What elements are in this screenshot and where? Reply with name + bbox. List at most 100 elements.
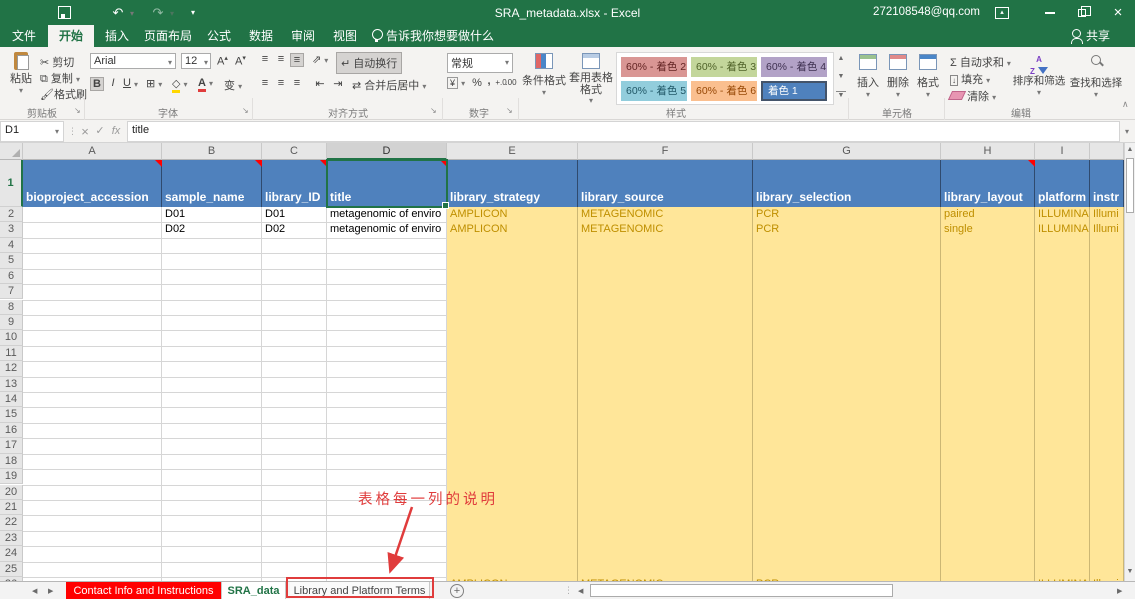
vertical-scrollbar[interactable]: ▲ ▼ — [1124, 143, 1135, 581]
sheet-tab-contact-info[interactable]: Contact Info and Instructions — [66, 582, 222, 599]
cell-F2[interactable]: METAGENOMIC — [578, 207, 753, 222]
cell-style-swatch[interactable]: 60% - 着色 3 — [691, 57, 757, 77]
column-header-C[interactable]: C — [262, 143, 327, 160]
cut-button[interactable]: ✂ 剪切 — [40, 54, 74, 70]
underline-dropdown-icon[interactable]: ▾ — [134, 80, 138, 89]
formula-input[interactable]: title — [127, 121, 1120, 142]
column-header-H[interactable]: H — [941, 143, 1035, 160]
delete-cells-button[interactable]: 删除▾ — [884, 54, 912, 99]
name-box[interactable]: D1▾ — [0, 121, 64, 142]
row-number-11[interactable]: 11 — [0, 346, 23, 361]
cell-I2[interactable]: ILLUMINA — [1035, 207, 1090, 222]
cell-E3[interactable]: AMPLICON — [447, 222, 578, 237]
cell-C2[interactable]: D01 — [262, 207, 327, 222]
restore-button[interactable] — [1068, 0, 1098, 8]
new-sheet-button[interactable]: + — [450, 584, 464, 598]
insert-function-button[interactable]: fx — [108, 122, 124, 141]
column-header-F[interactable]: F — [578, 143, 753, 160]
bottom-align-button[interactable]: ≡ — [290, 53, 304, 67]
align-right-button[interactable]: ≡ — [290, 77, 304, 89]
underline-button[interactable]: U — [121, 77, 133, 89]
cancel-button[interactable]: × — [78, 122, 92, 141]
row-number-1[interactable]: 1 — [0, 160, 23, 207]
cell-H3[interactable]: single — [941, 222, 1035, 237]
font-dialog-launcher[interactable]: ↘ — [242, 106, 249, 115]
cell-style-swatch[interactable]: 60% - 着色 6 — [691, 81, 757, 101]
align-left-button[interactable]: ≡ — [258, 77, 272, 89]
grow-font-button[interactable]: A▴ — [217, 54, 228, 68]
column-header-I[interactable]: I — [1035, 143, 1090, 160]
increase-indent-button[interactable]: ⇥ — [330, 77, 346, 90]
header-cell-library_layout[interactable]: library_layout — [941, 160, 1035, 207]
row-number-19[interactable]: 19 — [0, 469, 23, 484]
horizontal-scroll-thumb[interactable] — [590, 584, 893, 597]
orientation-button[interactable]: ⇗ ▾ — [312, 53, 328, 66]
top-align-button[interactable]: ≡ — [258, 53, 272, 65]
header-cell-library_selection[interactable]: library_selection — [753, 160, 941, 207]
tab-splitter[interactable]: ⋮ — [564, 585, 573, 596]
row-number-7[interactable]: 7 — [0, 284, 23, 299]
gallery-more-icon[interactable]: ▼ — [836, 91, 846, 99]
header-cell-platform[interactable]: platform — [1035, 160, 1090, 207]
column-header-E[interactable]: E — [447, 143, 578, 160]
cell-C3[interactable]: D02 — [262, 222, 327, 237]
column-header-D[interactable]: D — [327, 143, 447, 160]
percent-style-button[interactable]: % — [471, 77, 483, 89]
header-cell-library_strategy[interactable]: library_strategy — [447, 160, 578, 207]
row-number-22[interactable]: 22 — [0, 515, 23, 530]
alignment-dialog-launcher[interactable]: ↘ — [430, 106, 437, 115]
conditional-formatting-button[interactable]: 条件格式▾ — [522, 53, 566, 97]
vertical-scroll-thumb[interactable] — [1126, 158, 1134, 213]
tab-data[interactable]: 数据 — [242, 25, 280, 47]
share-button[interactable]: 共享 — [1086, 25, 1126, 47]
tell-me-box[interactable]: 告诉我你想要做什么 — [386, 25, 536, 47]
tab-page-layout[interactable]: 页面布局 — [140, 25, 196, 47]
column-header-partial[interactable] — [1090, 143, 1124, 160]
paste-button[interactable]: 粘贴 ▾ — [6, 52, 36, 95]
accounting-format-button[interactable]: ¥ ▾ — [447, 77, 465, 89]
phonetic-guide-button[interactable]: 变 ▾ — [224, 77, 242, 93]
middle-align-button[interactable]: ≡ — [274, 53, 288, 65]
row-number-18[interactable]: 18 — [0, 454, 23, 469]
hscroll-right-icon[interactable]: ▶ — [1117, 587, 1122, 595]
insert-cells-button[interactable]: 插入▾ — [854, 54, 882, 99]
font-name-combo[interactable]: Arial▾ — [90, 53, 176, 69]
cell-D2[interactable]: metagenomic of enviro — [327, 207, 447, 222]
sheet-nav-right-icon[interactable]: ▶ — [48, 587, 53, 595]
row-number-14[interactable]: 14 — [0, 392, 23, 407]
format-as-table-button[interactable]: 套用表格格式▾ — [568, 53, 614, 105]
cell-style-swatch[interactable]: 60% - 着色 2 — [621, 57, 687, 77]
row-number-12[interactable]: 12 — [0, 361, 23, 376]
tab-file[interactable]: 文件 — [0, 25, 48, 47]
header-cell-library_ID[interactable]: library_ID — [262, 160, 327, 207]
bold-button[interactable]: B — [90, 77, 104, 91]
row-number-21[interactable]: 21 — [0, 500, 23, 515]
gallery-scroll-down-icon[interactable]: ▼ — [836, 73, 846, 80]
cell-H2[interactable]: paired — [941, 207, 1035, 222]
cell-I3[interactable]: ILLUMINA — [1035, 222, 1090, 237]
cell-style-swatch[interactable]: 着色 1 — [761, 81, 827, 101]
font-color-button[interactable]: A ▾ — [198, 77, 213, 89]
scroll-down-icon[interactable]: ▼ — [1125, 568, 1135, 575]
row-number-24[interactable]: 24 — [0, 546, 23, 561]
cell-J3[interactable]: Illumi — [1090, 222, 1124, 237]
row-number-10[interactable]: 10 — [0, 330, 23, 345]
cell-G2[interactable]: PCR — [753, 207, 941, 222]
row-number-3[interactable]: 3 — [0, 222, 23, 237]
fill-button[interactable]: ↓ 填充 ▾ — [950, 71, 990, 87]
cell-B3[interactable]: D02 — [162, 222, 262, 237]
row-number-4[interactable]: 4 — [0, 238, 23, 253]
shrink-font-button[interactable]: A▾ — [235, 54, 246, 68]
cell-style-swatch[interactable]: 60% - 着色 4 — [761, 57, 827, 77]
font-size-combo[interactable]: 12▾ — [181, 53, 211, 69]
find-select-button[interactable]: 查找和选择▾ — [1068, 53, 1124, 99]
cell-F3[interactable]: METAGENOMIC — [578, 222, 753, 237]
borders-button[interactable]: ⊞ ▾ — [146, 77, 162, 90]
sheet-nav-left-icon[interactable]: ◀ — [32, 587, 37, 595]
row-number-8[interactable]: 8 — [0, 300, 23, 315]
sheet-tab-sra-data[interactable]: SRA_data — [222, 582, 286, 599]
number-dialog-launcher[interactable]: ↘ — [506, 106, 513, 115]
column-header-G[interactable]: G — [753, 143, 941, 160]
row-number-16[interactable]: 16 — [0, 423, 23, 438]
copy-button[interactable]: ⧉ 复制 ▾ — [40, 70, 80, 86]
